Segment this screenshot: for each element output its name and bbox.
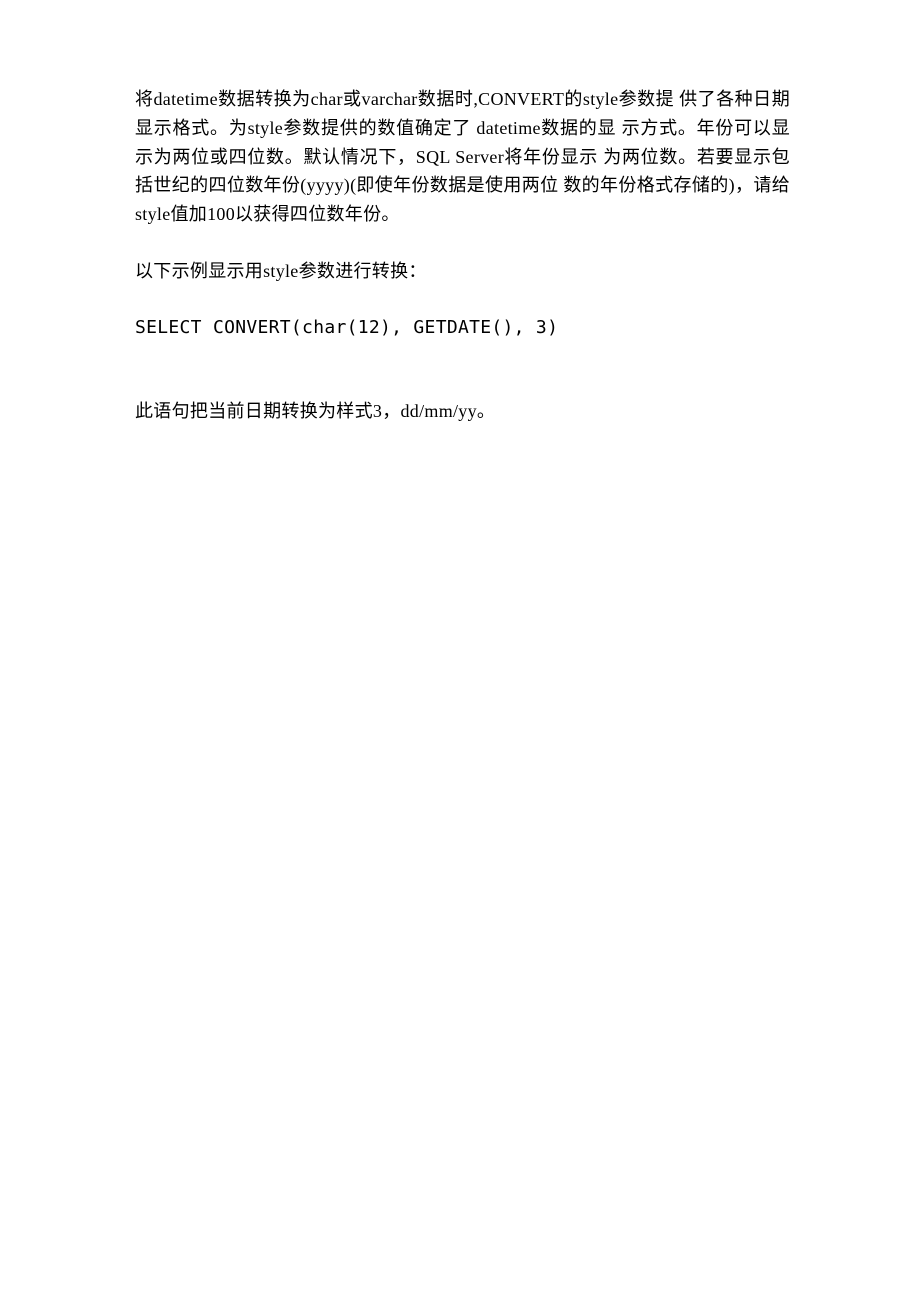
- sql-code-example: SELECT CONVERT(char(12), GETDATE(), 3): [135, 314, 790, 343]
- explanation-paragraph: 此语句把当前日期转换为样式3，dd/mm/yy。: [135, 397, 790, 426]
- example-intro: 以下示例显示用style参数进行转换：: [135, 257, 790, 286]
- intro-paragraph: 将datetime数据转换为char或varchar数据时,CONVERT的st…: [135, 85, 790, 229]
